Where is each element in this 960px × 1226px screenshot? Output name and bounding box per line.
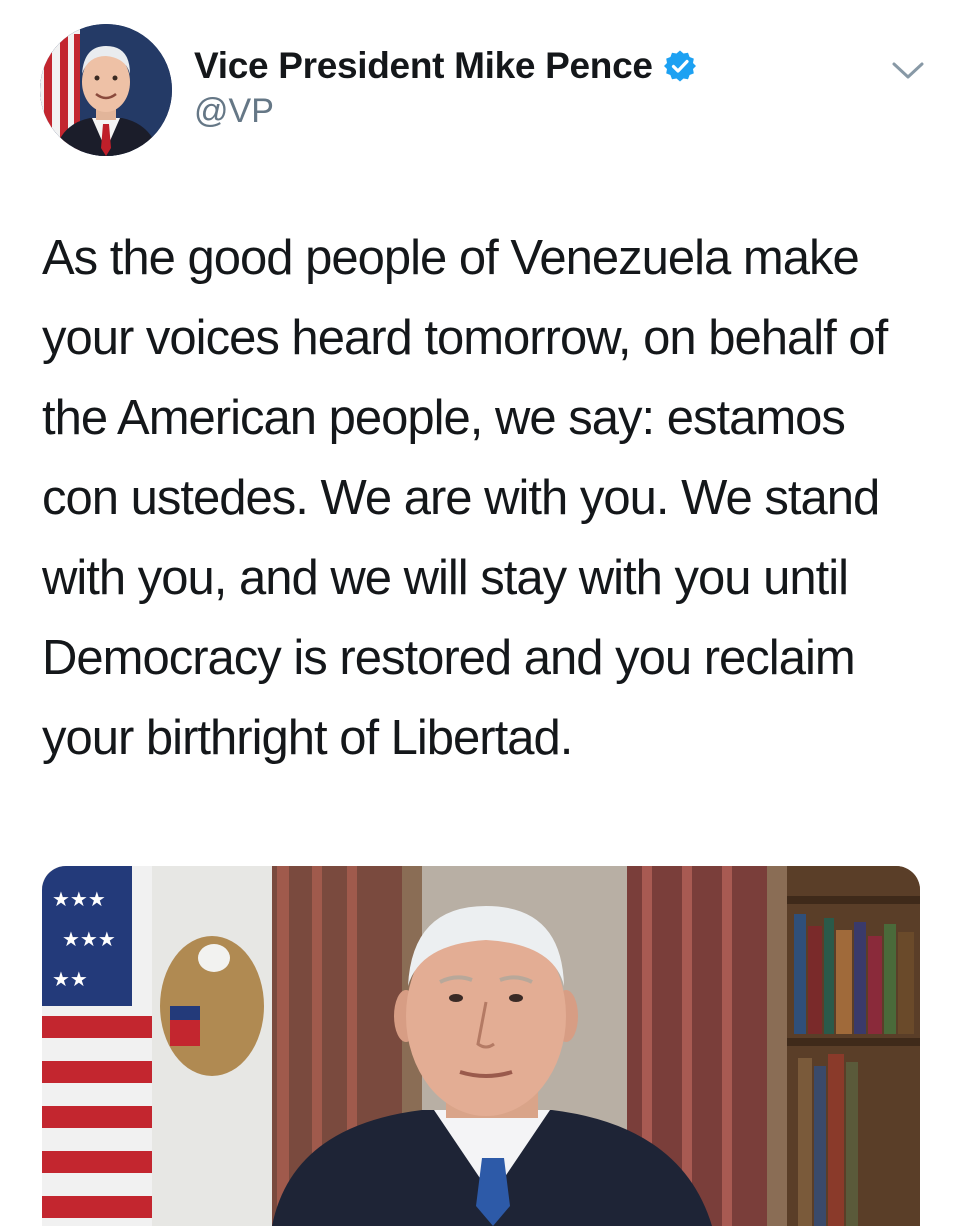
svg-text:★★★: ★★★ xyxy=(62,927,116,951)
video-thumbnail[interactable]: ★★★ ★★★ ★★ xyxy=(42,866,920,1226)
verified-badge-icon xyxy=(663,49,697,83)
author-handle[interactable]: @VP xyxy=(194,92,274,131)
video-thumbnail-image: ★★★ ★★★ ★★ xyxy=(42,866,920,1226)
avatar[interactable] xyxy=(40,24,172,156)
tweet-text: As the good people of Venezuela make you… xyxy=(42,231,888,765)
tweet-card: Vice President Mike Pence @VP As the goo… xyxy=(0,0,960,1226)
svg-text:★★★: ★★★ xyxy=(52,887,106,911)
svg-text:★★: ★★ xyxy=(52,967,88,991)
chevron-down-icon[interactable] xyxy=(888,54,928,86)
avatar-image xyxy=(40,24,172,156)
author-name-row[interactable]: Vice President Mike Pence xyxy=(194,44,697,88)
author-display-name[interactable]: Vice President Mike Pence xyxy=(194,45,653,87)
